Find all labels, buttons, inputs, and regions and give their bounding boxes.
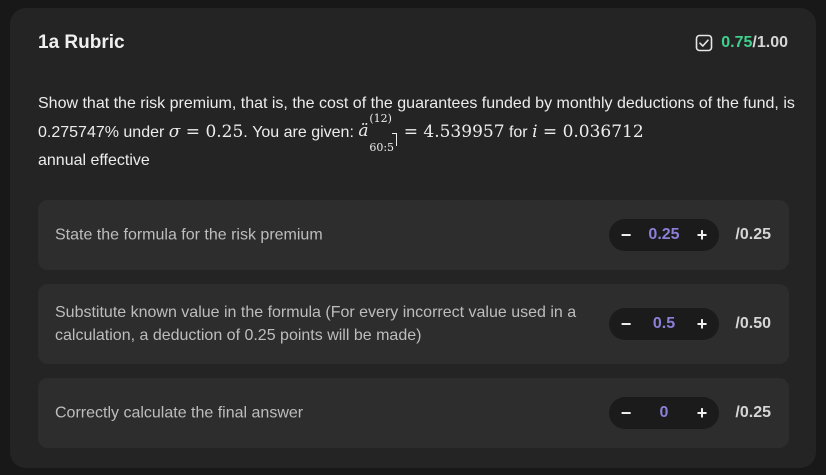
increment-button[interactable]: +	[687, 308, 717, 340]
increment-button[interactable]: +	[687, 219, 717, 251]
score-value[interactable]: 0.5	[639, 308, 689, 340]
criterion-label: Correctly calculate the final answer	[55, 404, 304, 422]
annuity-symbol: ä (12) 60:5	[358, 112, 398, 154]
score-possible: /1.00	[752, 34, 788, 51]
increment-button[interactable]: +	[687, 397, 717, 429]
score-earned: 0.75	[721, 34, 753, 51]
score-stepper: − 0 +	[609, 397, 719, 429]
question-text: Show that the risk premium, that is, the…	[38, 95, 795, 169]
decrement-button[interactable]: −	[611, 397, 641, 429]
rubric-title: 1a Rubric	[38, 32, 125, 53]
criterion-max-score: /0.25	[735, 226, 771, 243]
criterion-max-score: /0.25	[735, 404, 771, 421]
decrement-button[interactable]: −	[611, 219, 641, 251]
score-value[interactable]: 0	[639, 397, 689, 429]
checkbox-checked-icon	[695, 34, 713, 52]
score-stepper: − 0.5 +	[609, 308, 719, 340]
score-stepper: − 0.25 +	[609, 219, 719, 251]
criterion-row: State the formula for the risk premium −…	[38, 200, 789, 270]
decrement-button[interactable]: −	[611, 308, 641, 340]
rubric-card: 1a Rubric 0.75 /1.00 Show that the risk …	[10, 8, 816, 468]
criterion-row: Substitute known value in the formula (F…	[38, 284, 789, 364]
criterion-label: State the formula for the risk premium	[55, 226, 323, 244]
criterion-row: Correctly calculate the final answer − 0…	[38, 378, 789, 448]
score-value[interactable]: 0.25	[639, 219, 689, 251]
total-score: 0.75 /1.00	[695, 34, 788, 52]
rubric-header: 1a Rubric 0.75 /1.00	[38, 30, 788, 60]
criterion-max-score: /0.50	[735, 315, 771, 332]
criterion-label: Substitute known value in the formula (F…	[55, 304, 577, 344]
